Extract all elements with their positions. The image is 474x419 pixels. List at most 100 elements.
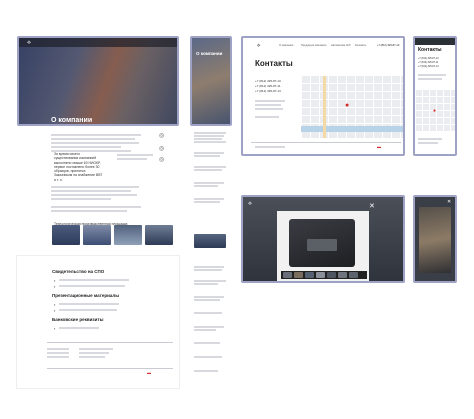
nav-item-contacts[interactable]: Контакты (355, 44, 366, 48)
document-icon: ▪ (54, 308, 56, 313)
mobile-text-line (194, 326, 224, 328)
body-text-line (51, 186, 139, 188)
footer-text (79, 348, 113, 350)
mobile-phone-3[interactable]: +7 (812) 325-87-14 (418, 65, 439, 68)
mobile-address (418, 78, 442, 80)
logo-icon[interactable]: ⟡ (248, 201, 252, 208)
footer-text (47, 348, 69, 350)
contact-phone-3[interactable]: +7 (812) 325-87-13 (255, 90, 281, 93)
contact-address (255, 116, 279, 118)
intro-text-line (51, 146, 121, 148)
mobile-text-line (194, 296, 224, 298)
docs-section-3: Банковские реквизиты (52, 317, 104, 322)
mobile-text-line (194, 356, 222, 358)
intro-text-line (51, 142, 139, 144)
doc-link (59, 303, 119, 305)
thumbnail[interactable] (338, 272, 347, 278)
document-icon: ▪ (54, 302, 56, 307)
doc-link (59, 327, 99, 329)
mobile-text-line (194, 342, 220, 344)
logo-icon[interactable]: ⟡ (257, 43, 260, 49)
mobile-footer-text (418, 138, 442, 140)
contact-address (255, 100, 285, 102)
footer-text (255, 146, 285, 148)
gallery-photo[interactable] (114, 225, 142, 245)
mobile-header (415, 38, 455, 45)
medal-icon: ◎ (159, 146, 165, 152)
nav-item-products[interactable]: Продукция компании (301, 44, 326, 48)
map-pin-icon[interactable]: ● (345, 102, 349, 109)
mobile-text-line (194, 166, 226, 168)
mobile-text-line (194, 329, 216, 331)
thumbnail[interactable] (327, 272, 336, 278)
mobile-text-line (194, 135, 224, 137)
map-road (323, 76, 326, 138)
footer-text (79, 356, 105, 358)
about-mobile-frame: О компании (190, 36, 232, 126)
contacts-mobile-frame: Контакты +7 (812) 325-87-10 +7 (812) 325… (413, 36, 457, 156)
docs-page: Свидетельство на СПО ▪ ▪ Презентационные… (17, 256, 179, 388)
footer-text (47, 352, 69, 354)
close-icon[interactable]: ✕ (369, 202, 375, 210)
mobile-text-line (194, 152, 224, 154)
body-text-line (51, 210, 127, 212)
close-icon[interactable]: ✕ (447, 199, 451, 205)
thumbnail[interactable] (294, 272, 303, 278)
mobile-text-line (194, 283, 218, 285)
about-desktop-frame: ⟡ О компании (17, 36, 179, 126)
intro-heading: За время своего существования компанией … (54, 152, 103, 182)
footer-text (79, 352, 109, 354)
thumbnail[interactable] (316, 272, 325, 278)
mobile-text-line (194, 169, 222, 171)
mobile-text-line (194, 185, 218, 187)
contacts-desktop-frame: ⟡ О компании Продукция компании Автомати… (241, 36, 405, 156)
thumbnail[interactable] (349, 272, 358, 278)
footer-divider (47, 342, 173, 343)
map-pin-icon[interactable]: ● (433, 108, 436, 114)
mobile-contacts-title: Контакты (418, 47, 442, 53)
thumbnail[interactable] (305, 272, 314, 278)
mobile-gallery-photo[interactable] (194, 234, 226, 248)
intro-text-block (51, 134, 141, 136)
footer-bottom-divider (47, 368, 173, 369)
gallery-photo[interactable] (145, 225, 173, 245)
mobile-footer-text (418, 142, 438, 144)
footer-text (47, 356, 69, 358)
product-modal-frame: ✕ ⟡ (241, 195, 405, 283)
mobile-text-line (194, 280, 226, 282)
doc-link (59, 309, 117, 311)
gallery-photo[interactable] (83, 225, 111, 245)
doc-link (59, 285, 125, 287)
lang-flag-icon[interactable]: ▬ (147, 370, 151, 375)
mobile-text-line (194, 269, 222, 271)
mobile-text-line (194, 266, 224, 268)
gallery-photo[interactable] (52, 225, 80, 245)
intro-text-line (51, 138, 135, 140)
mobile-text-line (194, 198, 224, 200)
mobile-text-line (194, 370, 218, 372)
lang-flag-icon[interactable]: ▬ (377, 144, 381, 149)
photo-strip (17, 225, 179, 247)
contact-address (255, 104, 281, 106)
nav-item-automation[interactable]: Автоматика АСУ (331, 44, 351, 48)
header-phone[interactable]: +7 (812) 325-87-10 (377, 44, 399, 48)
mobile-text-line (194, 141, 226, 143)
mobile-address (418, 74, 446, 76)
mobile-modal-image (419, 207, 451, 273)
contact-phone-2[interactable]: +7 (812) 325-87-11 (255, 85, 281, 88)
document-icon: ▪ (54, 326, 56, 331)
document-icon: ▪ (54, 278, 56, 283)
logo-icon[interactable]: ⟡ (27, 40, 31, 47)
thumbnail[interactable] (283, 272, 292, 278)
contact-phone-1[interactable]: +7 (812) 325-87-10 (255, 80, 281, 83)
body-text-line (51, 190, 131, 192)
mobile-text-line (194, 299, 220, 301)
doc-link (59, 279, 129, 281)
mobile-text-line (194, 138, 222, 140)
body-text-line (51, 194, 137, 196)
mobile-text-line (194, 201, 220, 203)
award-icon: ◎ (159, 133, 165, 139)
body-text-line (51, 206, 141, 208)
nav-item-about[interactable]: О компании (279, 44, 293, 48)
body-text-line (51, 198, 111, 200)
